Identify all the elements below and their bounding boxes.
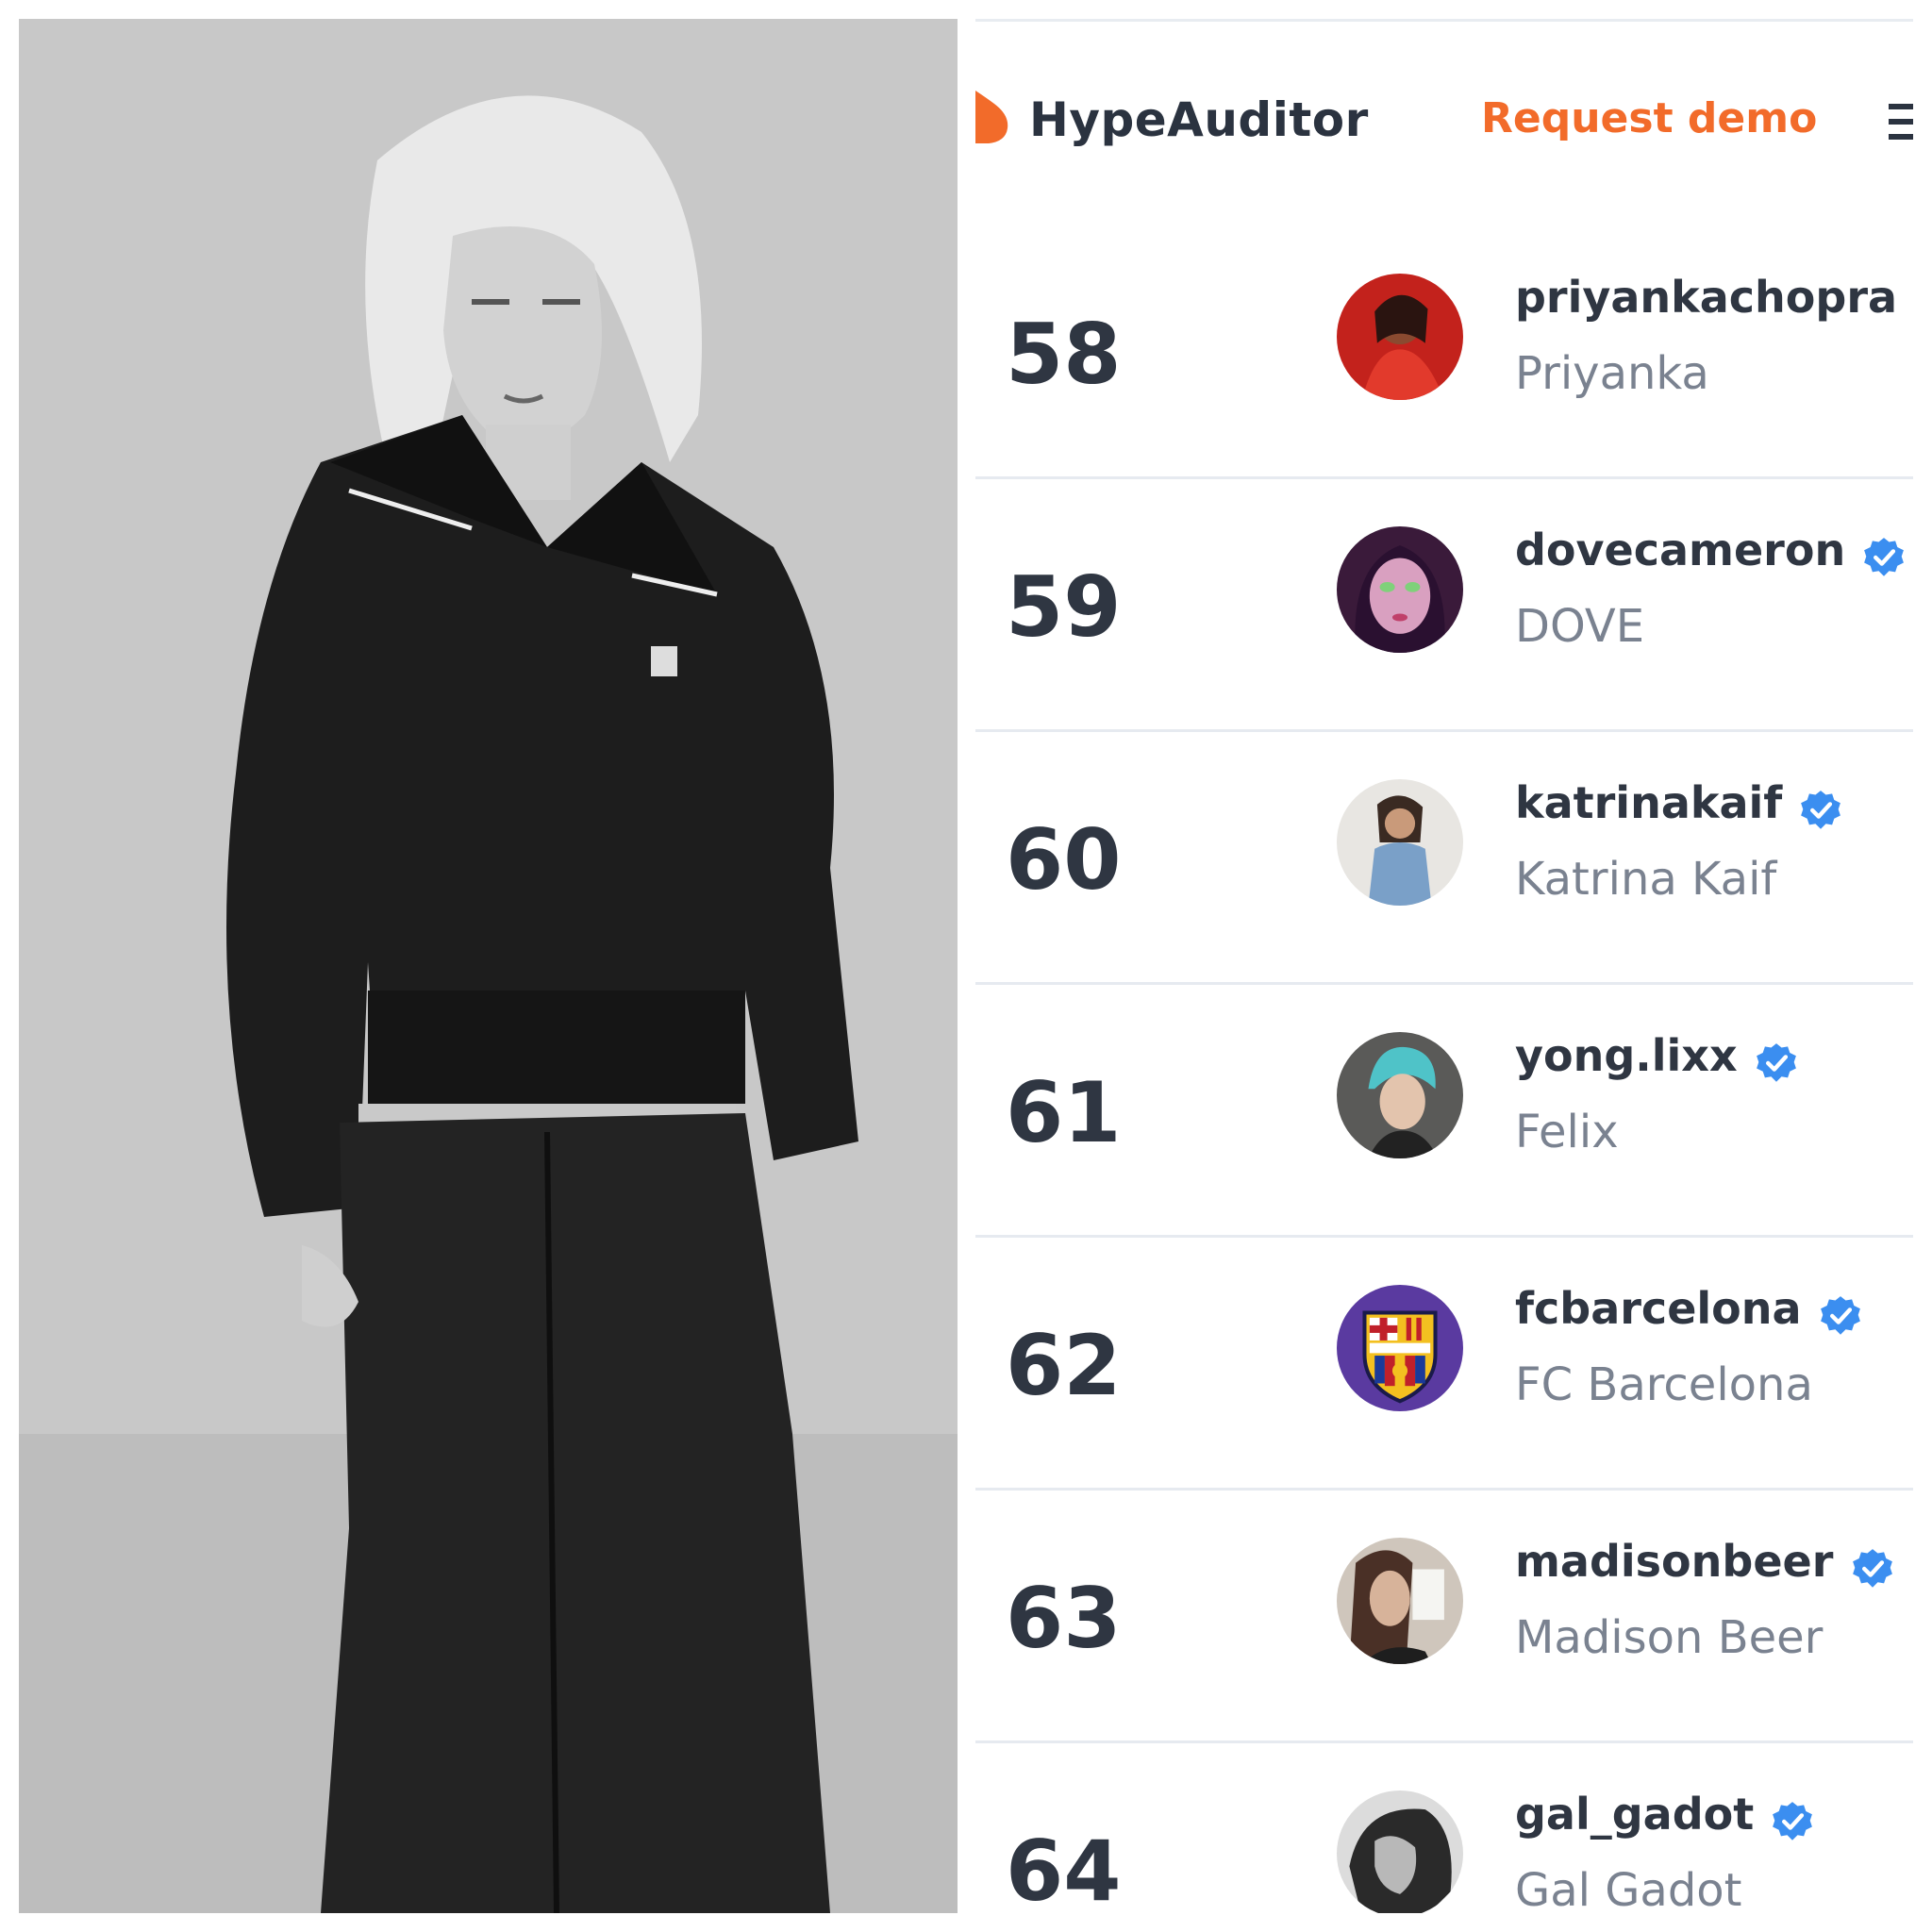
verified-badge-icon [1756,1042,1796,1082]
brand-name[interactable]: HypeAuditor [1029,92,1369,147]
rank-number: 59 [1006,558,1122,656]
username-line: madisonbeer [1515,1536,1893,1590]
list-item[interactable]: 63 madisonbeer Madison Beer [975,1491,1913,1743]
avatar[interactable] [1337,526,1463,653]
username-line: yong.lixx [1515,1030,1797,1084]
hypeauditor-logo-icon[interactable] [975,91,1009,143]
username[interactable]: priyankachopra [1515,272,1897,323]
display-name: Katrina Kaif [1515,853,1777,906]
display-name: Priyanka [1515,347,1709,400]
verified-badge-icon [1864,537,1905,576]
username-line: fcbarcelona [1515,1283,1861,1337]
avatar[interactable] [1337,1790,1463,1913]
ranking-list: 58 priyankachopra Priyanka 59 dovecamero… [975,226,1913,1913]
verified-badge-icon [1773,1801,1813,1840]
username-line: gal_gadot [1515,1789,1813,1842]
display-name: Gal Gadot [1515,1864,1742,1913]
avatar[interactable] [1337,1032,1463,1158]
username[interactable]: madisonbeer [1515,1536,1833,1587]
username[interactable]: katrinakaif [1515,777,1782,828]
fashion-photo [19,19,958,1913]
username[interactable]: gal_gadot [1515,1789,1754,1840]
display-name: Felix [1515,1106,1619,1158]
avatar[interactable] [1337,779,1463,906]
username[interactable]: fcbarcelona [1515,1283,1802,1334]
top-divider [975,19,1913,22]
rank-number: 63 [1006,1570,1122,1667]
rank-number: 58 [1006,306,1122,403]
username-line: dovecameron [1515,525,1905,578]
request-demo-link[interactable]: Request demo [1481,94,1817,142]
verified-badge-icon [1852,1548,1892,1588]
list-item[interactable]: 59 dovecameron DOVE [975,479,1913,732]
rank-number: 62 [1006,1317,1122,1414]
list-item[interactable]: 58 priyankachopra Priyanka [975,226,1913,479]
list-item[interactable]: 62 fcbarcelona FC Barcelona [975,1238,1913,1491]
rank-number: 61 [1006,1064,1122,1161]
username[interactable]: dovecameron [1515,525,1845,575]
ranking-app: HypeAuditor Request demo 58 priyankachop… [975,19,1913,1913]
username[interactable]: yong.lixx [1515,1030,1738,1081]
list-item[interactable]: 64 gal_gadot Gal Gadot [975,1743,1913,1913]
display-name: FC Barcelona [1515,1358,1813,1411]
app-header: HypeAuditor Request demo [975,75,1913,170]
display-name: Madison Beer [1515,1611,1824,1664]
username-line: priyankachopra [1515,272,1913,325]
username-line: katrinakaif [1515,777,1841,831]
list-item[interactable]: 60 katrinakaif Katrina Kaif [975,732,1913,985]
rank-number: 60 [1006,811,1122,908]
avatar[interactable] [1337,1538,1463,1664]
rank-number: 64 [1006,1823,1122,1913]
hamburger-menu-icon[interactable] [1889,104,1913,145]
list-item[interactable]: 61 yong.lixx Felix [975,985,1913,1238]
display-name: DOVE [1515,600,1645,653]
verified-badge-icon [1820,1295,1860,1335]
avatar[interactable] [1337,1285,1463,1411]
avatar[interactable] [1337,274,1463,400]
verified-badge-icon [1801,790,1841,829]
